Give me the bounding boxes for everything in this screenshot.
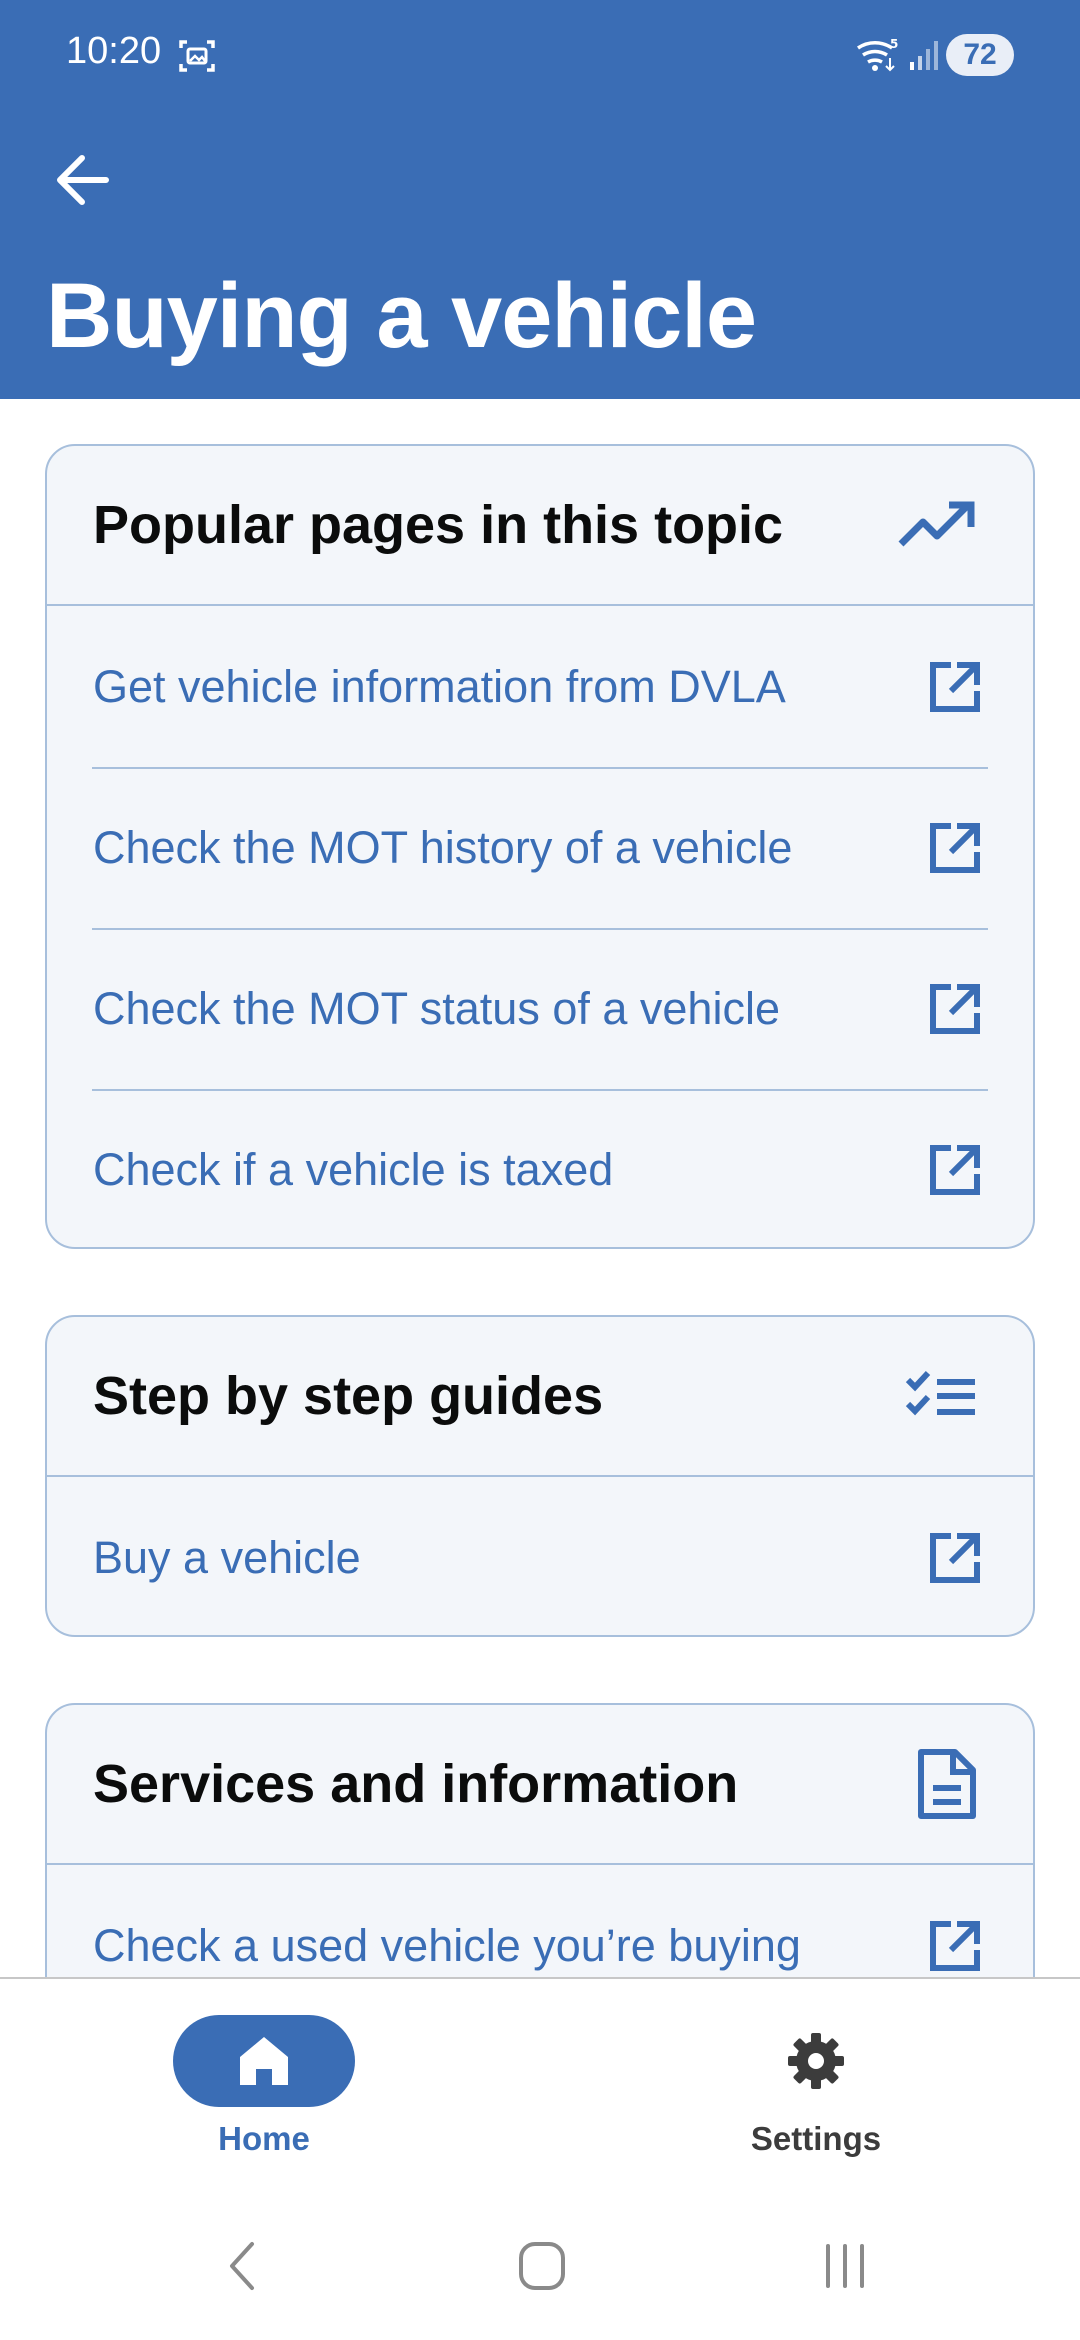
card-title: Popular pages in this topic (93, 495, 784, 555)
nav-active-indicator (173, 2015, 355, 2107)
system-recents-icon[interactable] (820, 2238, 870, 2294)
card-header: Services and information (47, 1705, 1033, 1865)
bottom-navigation: Home Settings (0, 1977, 1080, 2192)
wifi-icon: 5 (857, 37, 898, 72)
popular-pages-card: Popular pages in this topic Get vehicle … (45, 444, 1035, 1249)
external-link-icon (930, 983, 980, 1034)
external-link-icon (930, 1920, 980, 1971)
step-by-step-card: Step by step guides Buy a vehicle (45, 1315, 1035, 1637)
link-mot-history[interactable]: Check the MOT history of a vehicle (47, 767, 1033, 928)
link-text: Check a used vehicle you’re buying (93, 1919, 801, 1971)
card-header: Popular pages in this topic (47, 446, 1033, 606)
link-check-used-vehicle[interactable]: Check a used vehicle you’re buying (47, 1865, 1033, 1977)
card-title: Services and information (93, 1754, 739, 1814)
status-time: 10:20 (66, 30, 162, 72)
signal-icon (910, 41, 938, 70)
link-text: Get vehicle information from DVLA (93, 660, 786, 712)
checklist-icon (905, 1370, 975, 1416)
external-link-icon (930, 1532, 980, 1583)
link-text: Buy a vehicle (93, 1531, 361, 1583)
system-back-icon[interactable] (222, 2238, 262, 2294)
page-title: Buying a vehicle (46, 265, 757, 367)
link-text: Check if a vehicle is taxed (93, 1143, 614, 1195)
card-title: Step by step guides (93, 1366, 604, 1426)
external-link-icon (930, 822, 980, 873)
nav-label: Settings (750, 2120, 882, 2157)
nav-home[interactable]: Home (114, 1979, 414, 2194)
status-bar: 10:20 5 72 (0, 0, 1080, 112)
nav-settings[interactable]: Settings (666, 1979, 966, 2194)
gear-icon (788, 2033, 844, 2089)
app-header: 10:20 5 72 Buying a vehicle (0, 0, 1080, 399)
system-navigation-bar (0, 2192, 1080, 2340)
back-arrow-icon[interactable] (50, 150, 116, 210)
external-link-icon (930, 1144, 980, 1195)
link-mot-status[interactable]: Check the MOT status of a vehicle (47, 928, 1033, 1089)
external-link-icon (930, 661, 980, 712)
system-home-icon[interactable] (518, 2238, 566, 2294)
home-icon (240, 2037, 288, 2085)
trending-up-icon (898, 501, 975, 547)
link-get-vehicle-information[interactable]: Get vehicle information from DVLA (47, 606, 1033, 767)
screenshot-icon (179, 40, 215, 72)
document-icon (918, 1749, 976, 1819)
svg-text:5: 5 (890, 37, 898, 51)
card-header: Step by step guides (47, 1317, 1033, 1477)
battery-badge: 72 (946, 34, 1014, 76)
content-scroll-area[interactable]: Popular pages in this topic Get vehicle … (0, 399, 1080, 1977)
nav-label: Home (218, 2120, 310, 2157)
link-text: Check the MOT history of a vehicle (93, 821, 793, 873)
link-text: Check the MOT status of a vehicle (93, 982, 780, 1034)
link-buy-a-vehicle[interactable]: Buy a vehicle (47, 1477, 1033, 1635)
services-information-card: Services and information Check a used ve… (45, 1703, 1035, 1977)
link-vehicle-taxed[interactable]: Check if a vehicle is taxed (47, 1089, 1033, 1247)
